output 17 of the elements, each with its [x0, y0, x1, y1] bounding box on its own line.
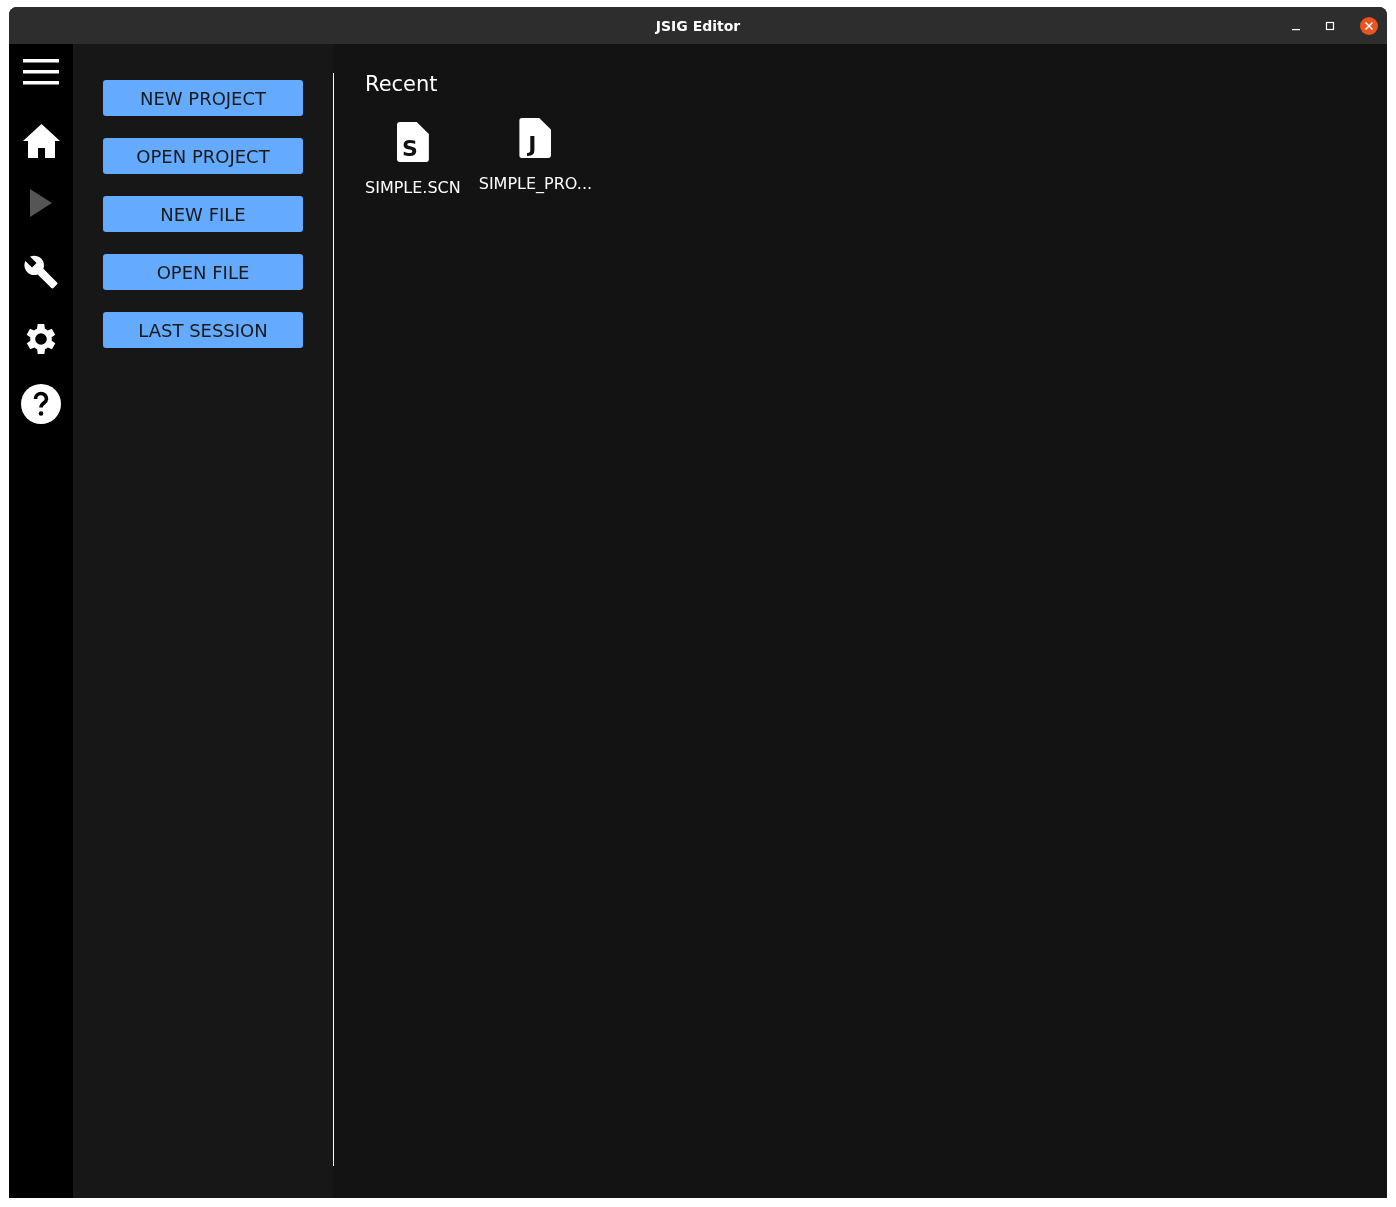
- maximize-icon[interactable]: [1325, 21, 1335, 31]
- file-name[interactable]: SIMPLE.SCN: [365, 178, 461, 197]
- file-icon[interactable]: S: [396, 122, 429, 162]
- action-button[interactable]: OPEN FILE: [103, 254, 303, 290]
- action-button[interactable]: LAST SESSION: [103, 312, 303, 348]
- menu-icon[interactable]: [23, 59, 59, 85]
- home-icon[interactable]: [22, 124, 60, 158]
- window-title: JSIG Editor: [655, 17, 741, 34]
- action-button[interactable]: OPEN PROJECT: [103, 138, 303, 174]
- file-name[interactable]: SIMPLE_PRO...: [478, 174, 593, 193]
- wrench-icon[interactable]: [23, 254, 59, 290]
- help-icon[interactable]: [21, 384, 61, 424]
- close-icon[interactable]: [1359, 16, 1379, 36]
- action-button[interactable]: NEW FILE: [103, 196, 303, 232]
- recent-heading: Recent: [365, 72, 439, 96]
- action-button[interactable]: NEW PROJECT: [103, 80, 303, 116]
- file-icon[interactable]: J: [519, 118, 552, 158]
